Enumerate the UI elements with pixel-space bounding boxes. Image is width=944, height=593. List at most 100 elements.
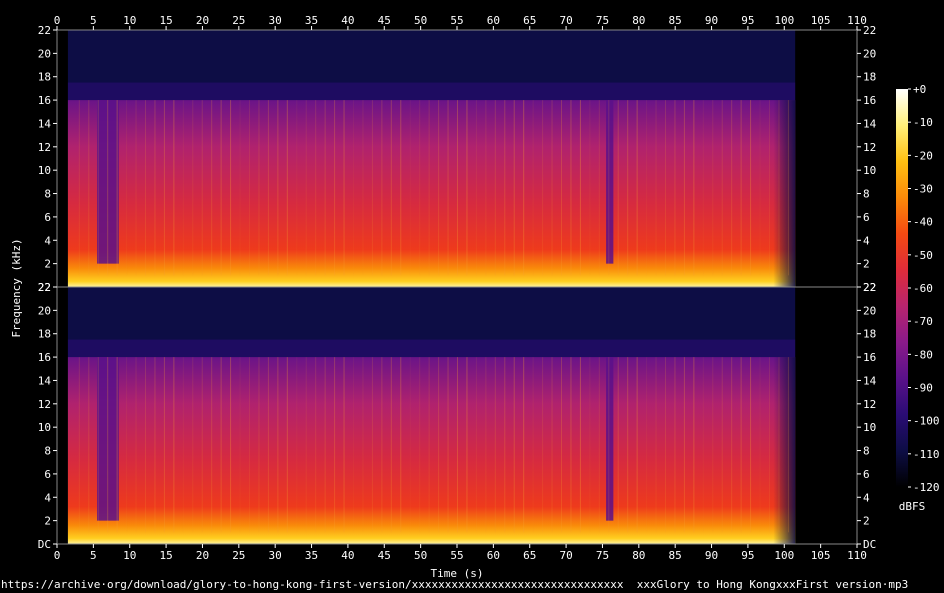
y-tick-label: 10 — [863, 164, 876, 177]
onset-streak — [88, 357, 90, 533]
onset-streak — [343, 357, 345, 533]
onset-streak — [353, 357, 354, 533]
colorbar-tick-label: -20 — [913, 149, 933, 162]
x-tick-label: 90 — [705, 549, 718, 562]
onset-streak — [721, 357, 723, 533]
x-tick-label: 60 — [487, 14, 500, 27]
onset-streak — [702, 100, 704, 276]
y-tick-label: DC — [863, 538, 876, 551]
x-tick-label: 45 — [378, 549, 391, 562]
onset-streak — [712, 357, 714, 533]
onset-streak — [551, 100, 553, 276]
y-tick-label: 20 — [38, 304, 51, 317]
x-tick-label: 100 — [774, 14, 794, 27]
x-tick-label: 75 — [596, 549, 609, 562]
onset-streak — [655, 100, 657, 276]
y-tick-label: 22 — [38, 24, 51, 37]
x-tick-label: 55 — [450, 14, 463, 27]
onset-streak — [778, 357, 780, 533]
onset-streak — [485, 100, 487, 276]
onset-streak — [438, 100, 440, 276]
onset-streak — [778, 100, 780, 276]
onset-streak — [286, 357, 288, 533]
colorbar-tick-label: -10 — [913, 116, 933, 129]
onset-streak — [192, 357, 194, 533]
onset-streak — [277, 100, 279, 276]
y-tick-label: 16 — [863, 351, 876, 364]
onset-streak — [390, 357, 392, 533]
onset-streak — [343, 100, 345, 276]
y-tick-label: 4 — [44, 234, 51, 247]
onset-streak — [107, 100, 109, 276]
y-tick-label: 18 — [38, 71, 51, 84]
y-tick-label: 22 — [863, 281, 876, 294]
onset-streak — [627, 357, 629, 533]
fade-out — [773, 100, 796, 287]
onset-streak — [636, 357, 638, 533]
onset-streak — [598, 357, 600, 533]
colorbar-gradient — [896, 89, 908, 487]
x-tick-label: 55 — [450, 549, 463, 562]
onset-streak — [362, 100, 364, 276]
x-tick-label: 10 — [123, 14, 136, 27]
onset-streak — [78, 100, 80, 276]
cutoff-band — [67, 339, 796, 358]
y-tick-label: 12 — [863, 398, 876, 411]
onset-streak — [551, 357, 553, 533]
onset-streak — [400, 357, 402, 533]
onset-streak — [457, 100, 458, 276]
onset-streak — [267, 100, 269, 276]
x-tick-label: 0 — [54, 549, 61, 562]
onset-streak — [485, 357, 487, 533]
y-tick-label: 10 — [38, 421, 51, 434]
y-tick-label: 4 — [863, 491, 870, 504]
onset-streak — [693, 100, 695, 276]
x-tick-label: 105 — [811, 549, 831, 562]
onset-streak — [296, 357, 298, 533]
onset-streak — [334, 357, 336, 533]
x-tick-label: 35 — [305, 14, 318, 27]
x-tick-label: 70 — [559, 549, 572, 562]
x-tick-label: 70 — [559, 14, 572, 27]
onset-streak — [787, 100, 789, 276]
x-tick-label: 20 — [196, 14, 209, 27]
onset-streak — [475, 100, 477, 276]
channel-panel — [57, 30, 857, 287]
y-tick-label: DC — [38, 538, 51, 551]
y-tick-label: 6 — [44, 468, 51, 481]
onset-streak — [608, 100, 610, 276]
onset-streak — [769, 100, 770, 276]
y-tick-label: 6 — [44, 211, 51, 224]
y-tick-label: 16 — [38, 94, 51, 107]
onset-streak — [390, 100, 392, 276]
y-tick-label: 10 — [38, 164, 51, 177]
onset-streak — [561, 100, 562, 276]
colorbar-tick-label: -110 — [913, 448, 940, 461]
onset-streak — [249, 100, 250, 276]
onset-streak — [211, 357, 213, 533]
onset-streak — [315, 357, 317, 533]
music-energy — [67, 357, 796, 544]
onset-streak — [163, 100, 165, 276]
onset-streak — [428, 100, 430, 276]
y-tick-label: 8 — [44, 445, 51, 458]
onset-streak — [561, 357, 562, 533]
y-tick-label: 2 — [44, 258, 51, 271]
onset-streak — [579, 357, 581, 533]
x-tick-label: 85 — [669, 14, 682, 27]
onset-streak — [466, 357, 468, 533]
onset-streak — [220, 100, 222, 276]
music-energy — [67, 100, 796, 287]
onset-streak — [646, 100, 648, 276]
y-tick-label: 20 — [38, 47, 51, 60]
x-tick-label: 20 — [196, 549, 209, 562]
cutoff-band — [67, 82, 796, 101]
onset-streak — [249, 357, 250, 533]
channel-panel — [57, 287, 857, 544]
x-tick-label: 40 — [341, 14, 354, 27]
onset-streak — [400, 100, 402, 276]
onset-streak — [154, 100, 156, 276]
onset-streak — [532, 357, 534, 533]
x-tick-label: 85 — [669, 549, 682, 562]
x-tick-label: 25 — [232, 14, 245, 27]
